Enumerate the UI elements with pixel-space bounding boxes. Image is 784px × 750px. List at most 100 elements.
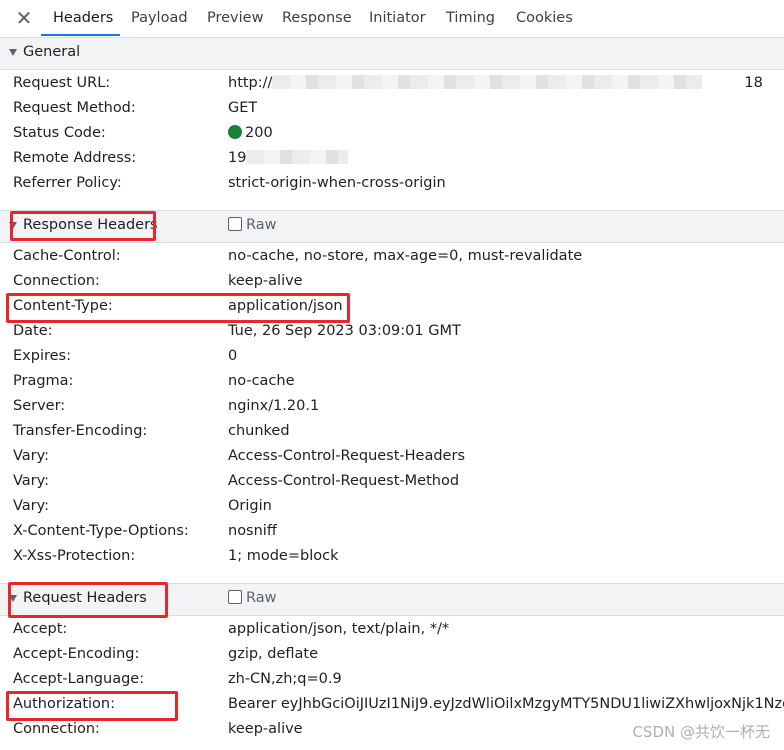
header-row: Connection: keep-alive bbox=[0, 270, 784, 295]
header-row: Remote Address: 19 bbox=[0, 147, 784, 172]
header-value: keep-alive bbox=[228, 273, 303, 289]
header-value: gzip, deflate bbox=[228, 646, 319, 662]
header-row: Pragma: no-cache bbox=[0, 370, 784, 395]
header-row: Accept-Encoding: gzip, deflate bbox=[0, 643, 784, 668]
header-value: application/json, text/plain, */* bbox=[228, 621, 450, 637]
tab-initiator[interactable]: Initiator bbox=[369, 0, 426, 36]
header-key: Vary: bbox=[13, 448, 50, 464]
redacted-area bbox=[272, 75, 703, 89]
header-key: Referrer Policy: bbox=[13, 175, 122, 191]
header-row: Vary: Access-Control-Request-Headers bbox=[0, 445, 784, 470]
section-header-response-headers[interactable]: Response Headers Raw bbox=[0, 210, 784, 243]
header-key: Connection: bbox=[13, 273, 100, 289]
header-value: Bearer eyJhbGciOiJIUzI1NiJ9.eyJzdWliOilx… bbox=[228, 696, 784, 712]
tab-payload[interactable]: Payload bbox=[131, 0, 188, 36]
header-key: Pragma: bbox=[13, 373, 74, 389]
header-row: Vary: Access-Control-Request-Method bbox=[0, 470, 784, 495]
raw-toggle[interactable]: Raw bbox=[228, 590, 277, 606]
header-value: strict-origin-when-cross-origin bbox=[228, 175, 446, 191]
header-value: 0 bbox=[228, 348, 238, 364]
request-url-value: http:// bbox=[228, 75, 273, 91]
redacted-area bbox=[246, 150, 349, 164]
header-row: Referrer Policy: strict-origin-when-cros… bbox=[0, 172, 784, 197]
watermark: CSDN @共饮一杯无 bbox=[632, 723, 770, 741]
header-row: Expires: 0 bbox=[0, 345, 784, 370]
header-value: Origin bbox=[228, 498, 272, 514]
header-key: X-Xss-Protection: bbox=[13, 548, 136, 564]
header-row: Authorization: Bearer eyJhbGciOiJIUzI1NiJ… bbox=[0, 693, 784, 718]
section-title: Response Headers bbox=[23, 217, 158, 233]
header-key: Accept-Encoding: bbox=[13, 646, 140, 662]
status-code-value: 200 bbox=[245, 125, 273, 141]
header-key: Request Method: bbox=[13, 100, 136, 116]
header-row: Vary: Origin bbox=[0, 495, 784, 520]
header-value: GET bbox=[228, 100, 258, 116]
header-row: Server: nginx/1.20.1 bbox=[0, 395, 784, 420]
header-value: 200 bbox=[228, 125, 273, 141]
header-key: Status Code: bbox=[13, 125, 106, 141]
section-title: Request Headers bbox=[23, 590, 147, 606]
header-row: Request URL: http:// 18 bbox=[0, 72, 784, 97]
header-key: Content-Type: bbox=[13, 298, 113, 314]
header-row: Status Code: 200 bbox=[0, 122, 784, 147]
header-key: Authorization: bbox=[13, 696, 116, 712]
header-key: Expires: bbox=[13, 348, 71, 364]
header-key: Vary: bbox=[13, 498, 50, 514]
header-key: Accept-Language: bbox=[13, 671, 145, 687]
header-key: X-Content-Type-Options: bbox=[13, 523, 189, 539]
active-tab-indicator bbox=[41, 34, 120, 36]
header-key: Request URL: bbox=[13, 75, 111, 91]
header-value: nosniff bbox=[228, 523, 277, 539]
tab-response[interactable]: Response bbox=[282, 0, 352, 36]
header-value: 19 bbox=[228, 150, 349, 166]
header-row: Cache-Control: no-cache, no-store, max-ag… bbox=[0, 245, 784, 270]
header-key: Transfer-Encoding: bbox=[13, 423, 148, 439]
checkbox-icon[interactable] bbox=[228, 590, 242, 604]
header-key: Accept: bbox=[13, 621, 68, 637]
header-value: Tue, 26 Sep 2023 03:09:01 GMT bbox=[228, 323, 461, 339]
header-value: Access-Control-Request-Method bbox=[228, 473, 460, 489]
raw-label: Raw bbox=[246, 217, 277, 233]
header-row: X-Content-Type-Options: nosniff bbox=[0, 520, 784, 545]
header-row: Date: Tue, 26 Sep 2023 03:09:01 GMT bbox=[0, 320, 784, 345]
caret-down-icon bbox=[9, 595, 17, 602]
header-value: 1; mode=block bbox=[228, 548, 339, 564]
remote-address-value: 19 bbox=[228, 150, 247, 166]
tab-timing[interactable]: Timing bbox=[446, 0, 495, 36]
request-url-tail: 18 bbox=[744, 75, 763, 91]
caret-down-icon bbox=[9, 49, 17, 56]
header-key: Vary: bbox=[13, 473, 50, 489]
header-value: nginx/1.20.1 bbox=[228, 398, 320, 414]
raw-toggle[interactable]: Raw bbox=[228, 217, 277, 233]
section-header-general[interactable]: General bbox=[0, 37, 784, 70]
checkbox-icon[interactable] bbox=[228, 217, 242, 231]
header-value: no-cache bbox=[228, 373, 295, 389]
devtools-tab-bar: ✕ Headers Payload Preview Response Initi… bbox=[0, 0, 784, 38]
header-value: Access-Control-Request-Headers bbox=[228, 448, 465, 464]
header-value: application/json bbox=[228, 298, 343, 314]
header-key: Connection: bbox=[13, 721, 100, 737]
header-value: no-cache, no-store, max-age=0, must-reva… bbox=[228, 248, 583, 264]
tab-cookies[interactable]: Cookies bbox=[516, 0, 573, 36]
header-key: Cache-Control: bbox=[13, 248, 121, 264]
raw-label: Raw bbox=[246, 590, 277, 606]
header-row: Request Method: GET bbox=[0, 97, 784, 122]
header-row: Accept-Language: zh-CN,zh;q=0.9 bbox=[0, 668, 784, 693]
tab-headers[interactable]: Headers bbox=[53, 0, 113, 36]
header-key: Remote Address: bbox=[13, 150, 137, 166]
header-value: keep-alive bbox=[228, 721, 303, 737]
header-row: X-Xss-Protection: 1; mode=block bbox=[0, 545, 784, 570]
header-row: Accept: application/json, text/plain, */* bbox=[0, 618, 784, 643]
section-header-request-headers[interactable]: Request Headers Raw bbox=[0, 583, 784, 616]
status-ok-icon bbox=[228, 125, 242, 139]
header-row: Content-Type: application/json bbox=[0, 295, 784, 320]
caret-down-icon bbox=[9, 222, 17, 229]
header-value: chunked bbox=[228, 423, 290, 439]
header-value: http:// 18 bbox=[228, 75, 784, 91]
header-key: Server: bbox=[13, 398, 66, 414]
close-icon[interactable]: ✕ bbox=[14, 8, 34, 28]
header-key: Date: bbox=[13, 323, 53, 339]
tab-preview[interactable]: Preview bbox=[207, 0, 263, 36]
header-value: zh-CN,zh;q=0.9 bbox=[228, 671, 342, 687]
header-row: Transfer-Encoding: chunked bbox=[0, 420, 784, 445]
